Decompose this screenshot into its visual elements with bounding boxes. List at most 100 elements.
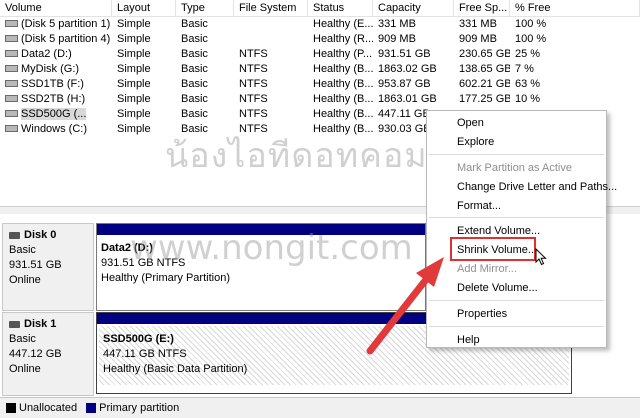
column-header-capacity[interactable]: Capacity <box>373 0 454 17</box>
drive-icon <box>5 109 18 117</box>
cell-layout: Simple <box>112 62 176 77</box>
disk-name: Disk 1 <box>24 318 57 330</box>
cell-status: Healthy (E... <box>308 17 373 32</box>
menu-item-format[interactable]: Format... <box>457 200 501 212</box>
cell-text: (Disk 5 partition 4) <box>21 33 111 45</box>
cell-text: Simple <box>117 108 151 120</box>
menu-item-properties[interactable]: Properties <box>457 308 507 320</box>
cell-capacity: 931.51 GB <box>373 47 454 62</box>
cell-text: 7 % <box>515 63 534 75</box>
column-header-type[interactable]: Type <box>176 0 234 17</box>
menu-item-open[interactable]: Open <box>457 117 484 129</box>
menu-separator <box>429 300 604 301</box>
disk-size: 931.51 GB <box>9 259 62 271</box>
cell-file-system: NTFS <box>234 62 308 77</box>
disk-1-label[interactable]: Disk 1 Basic 447.12 GB Online <box>2 312 94 396</box>
unallocated-swatch <box>6 403 16 414</box>
cell-file-system: NTFS <box>234 47 308 62</box>
cell-percent-free: 100 % <box>510 17 640 32</box>
cell-text: NTFS <box>239 123 268 135</box>
cell-text: 177.25 GB <box>459 93 510 105</box>
disk-type: Basic <box>9 244 36 256</box>
disk-name: Disk 0 <box>24 229 57 241</box>
volume-row[interactable]: Data2 (D:) Simple Basic NTFS Healthy (P... 93… <box>0 47 640 62</box>
cell-type: Basic <box>176 92 234 107</box>
cell-free-space: 602.21 GB <box>454 77 510 92</box>
cell-text: Healthy (B... <box>313 108 373 120</box>
menu-item-explore[interactable]: Explore <box>457 136 494 148</box>
cell-percent-free: 25 % <box>510 47 640 62</box>
cell-text: MyDisk (G:) <box>21 63 80 75</box>
cell-free-space: 331 MB <box>454 17 510 32</box>
cell-text: 602.21 GB <box>459 78 510 90</box>
drive-icon <box>5 19 18 27</box>
cell-text: Basic <box>181 48 208 60</box>
drive-icon <box>5 64 18 72</box>
column-header-free-space[interactable]: Free Sp... <box>454 0 510 17</box>
cell-text: Simple <box>117 93 151 105</box>
column-header-volume[interactable]: Volume <box>0 0 112 17</box>
cell-layout: Simple <box>112 17 176 32</box>
cell-volume-name: SSD1TB (F:) <box>0 77 112 92</box>
cell-text: NTFS <box>239 108 268 120</box>
menu-item-change-drive-letter[interactable]: Change Drive Letter and Paths... <box>457 181 617 193</box>
menu-item-delete-volume[interactable]: Delete Volume... <box>457 282 538 294</box>
cell-text: Simple <box>117 18 151 30</box>
cell-text: Basic <box>181 93 208 105</box>
cell-status: Healthy (B... <box>308 77 373 92</box>
context-menu: Open Explore Mark Partition as Active Ch… <box>426 110 617 348</box>
cell-layout: Simple <box>112 47 176 62</box>
disk-icon <box>9 231 20 239</box>
cell-text: 930.03 GB <box>378 123 431 135</box>
volume-row[interactable]: MyDisk (G:) Simple Basic NTFS Healthy (B... 1… <box>0 62 640 77</box>
cell-status: Healthy (B... <box>308 122 373 137</box>
cell-text: 100 % <box>515 33 547 45</box>
cell-text: Basic <box>181 18 208 30</box>
column-header-file-system[interactable]: File System <box>234 0 308 17</box>
cell-text: Simple <box>117 33 151 45</box>
menu-item-help[interactable]: Help <box>457 334 480 346</box>
cell-text: 138.65 GB <box>459 63 510 75</box>
partition-status: Healthy (Basic Data Partition) <box>103 363 248 375</box>
cell-text: Simple <box>117 123 151 135</box>
cell-file-system: NTFS <box>234 122 308 137</box>
volume-row[interactable]: (Disk 5 partition 1) Simple Basic Healthy (… <box>0 17 640 32</box>
cell-text: SSD500G (... <box>21 108 87 120</box>
cell-text: Basic <box>181 63 208 75</box>
menu-separator <box>429 154 604 155</box>
cell-text: SSD1TB (F:) <box>21 78 84 90</box>
legend-primary-partition: Primary partition <box>99 402 180 414</box>
volume-row[interactable]: SSD2TB (H:) Simple Basic NTFS Healthy (B... 1… <box>0 92 640 107</box>
cell-text: 63 % <box>515 78 541 90</box>
cell-volume-name: SSD2TB (H:) <box>0 92 112 107</box>
cell-text: 909 MB <box>459 33 497 45</box>
disk-0-label[interactable]: Disk 0 Basic 931.51 GB Online <box>2 223 94 311</box>
volume-row[interactable]: (Disk 5 partition 4) Simple Basic Healthy (… <box>0 32 640 47</box>
cell-text: 953.87 GB <box>378 78 431 90</box>
cell-file-system <box>234 32 308 47</box>
cell-free-space: 177.25 GB <box>454 92 510 107</box>
mouse-cursor-icon <box>535 248 547 266</box>
drive-icon <box>5 49 18 57</box>
cell-volume-name: SSD500G (... <box>0 107 112 122</box>
cell-status: Healthy (R... <box>308 32 373 47</box>
cell-text: 909 MB <box>378 33 416 45</box>
cell-file-system: NTFS <box>234 77 308 92</box>
cell-status: Healthy (B... <box>308 62 373 77</box>
cell-free-space: 230.65 GB <box>454 47 510 62</box>
disk-state: Online <box>9 363 41 375</box>
cell-type: Basic <box>176 122 234 137</box>
drive-icon <box>5 79 18 87</box>
column-header-percent-free[interactable]: % Free <box>510 0 640 17</box>
cell-volume-name: MyDisk (G:) <box>0 62 112 77</box>
highlight-box <box>450 237 536 261</box>
menu-item-extend-volume[interactable]: Extend Volume... <box>457 225 540 237</box>
column-header-layout[interactable]: Layout <box>112 0 176 17</box>
cell-capacity: 331 MB <box>373 17 454 32</box>
volume-row[interactable]: SSD1TB (F:) Simple Basic NTFS Healthy (B... 9… <box>0 77 640 92</box>
legend-unallocated: Unallocated <box>19 402 78 414</box>
cell-text: 100 % <box>515 18 547 30</box>
cell-text: (Disk 5 partition 1) <box>21 18 111 30</box>
cell-text: Healthy (P... <box>313 48 373 60</box>
column-header-status[interactable]: Status <box>308 0 373 17</box>
